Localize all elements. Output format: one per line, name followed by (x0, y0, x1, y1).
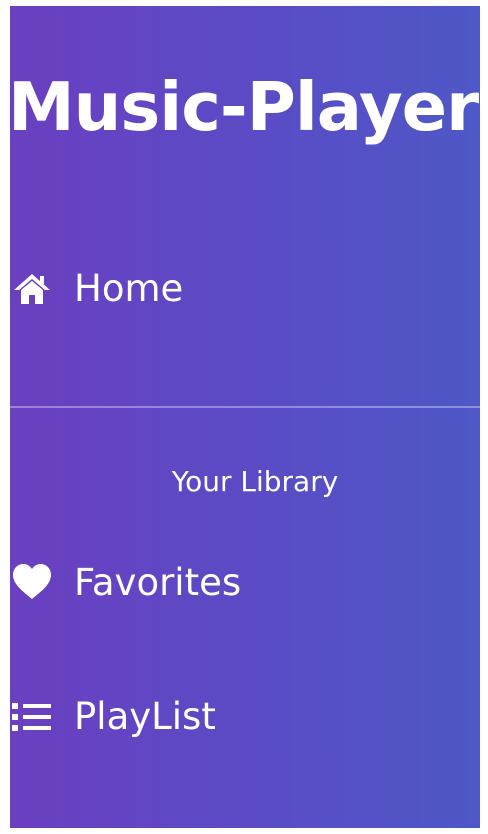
app-title: Music-Player (8, 68, 479, 146)
list-icon (10, 700, 54, 734)
library-heading: Your Library (171, 465, 339, 498)
sidebar: Music-Player Home Your Library Favorites (8, 6, 480, 828)
sidebar-item-favorites[interactable]: Favorites (10, 563, 241, 601)
sidebar-item-label: PlayList (74, 695, 216, 738)
sidebar-item-label: Home (74, 267, 184, 310)
sidebar-item-playlist[interactable]: PlayList (10, 698, 216, 735)
sidebar-item-home[interactable]: Home (10, 270, 183, 307)
heart-icon (10, 563, 54, 601)
divider (10, 406, 480, 408)
sidebar-item-label: Favorites (74, 560, 242, 604)
home-icon (10, 272, 54, 306)
